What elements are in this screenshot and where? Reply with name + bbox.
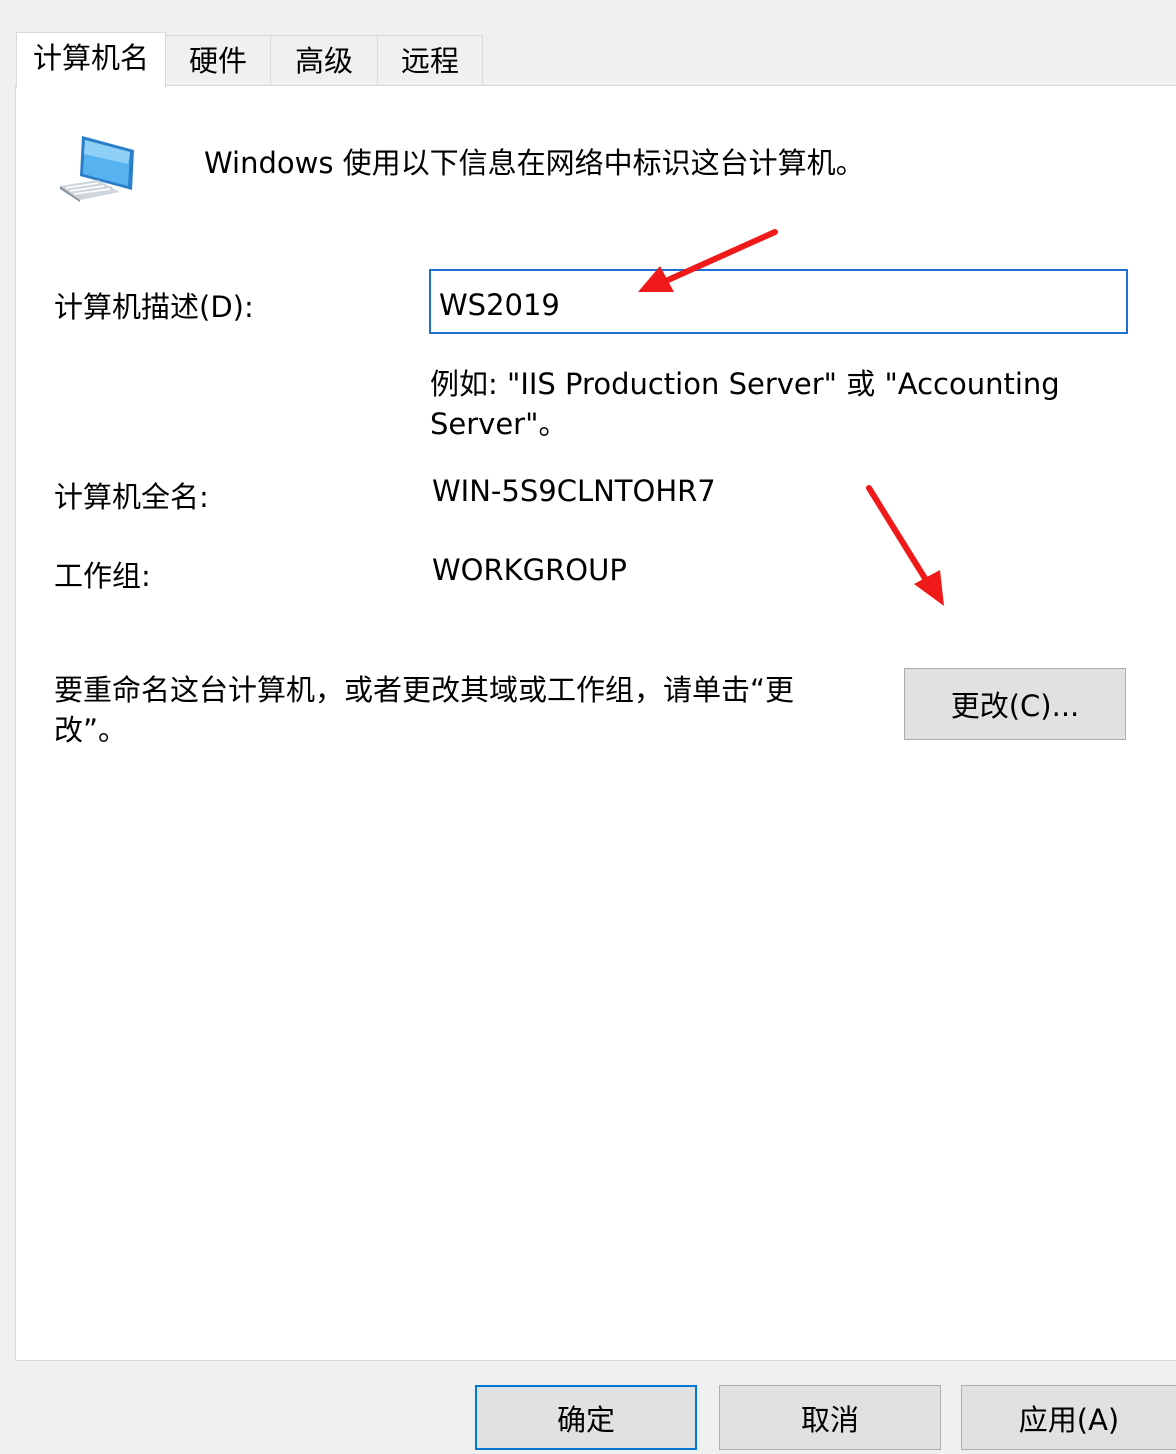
- tab-remote[interactable]: 远程: [377, 35, 483, 86]
- apply-button[interactable]: 应用(A): [961, 1385, 1176, 1450]
- computer-name-panel: Windows 使用以下信息在网络中标识这台计算机。 计算机描述(D): 例如:…: [15, 85, 1176, 1361]
- change-button[interactable]: 更改(C)...: [904, 668, 1126, 740]
- computer-monitor-icon: [60, 136, 134, 202]
- tab-strip: 计算机名 硬件 高级 远程: [16, 32, 1176, 88]
- description-input[interactable]: [429, 269, 1128, 334]
- cancel-button[interactable]: 取消: [719, 1385, 941, 1450]
- workgroup-value: WORKGROUP: [432, 553, 627, 587]
- full-name-value: WIN-5S9CLNTOHR7: [432, 474, 716, 508]
- ok-button[interactable]: 确定: [475, 1385, 697, 1450]
- rename-instructions: 要重命名这台计算机，或者更改其域或工作组，请单击“更改”。: [54, 673, 795, 747]
- tab-advanced[interactable]: 高级: [270, 35, 378, 86]
- full-name-label: 计算机全名:: [54, 480, 209, 514]
- tab-hardware[interactable]: 硬件: [165, 35, 271, 86]
- example-hint: 例如: "IIS Production Server" 或 "Accountin…: [430, 367, 1060, 441]
- description-label: 计算机描述(D):: [54, 290, 254, 324]
- workgroup-label: 工作组:: [54, 559, 151, 593]
- intro-text: Windows 使用以下信息在网络中标识这台计算机。: [204, 146, 865, 180]
- tab-computer-name[interactable]: 计算机名: [16, 32, 166, 88]
